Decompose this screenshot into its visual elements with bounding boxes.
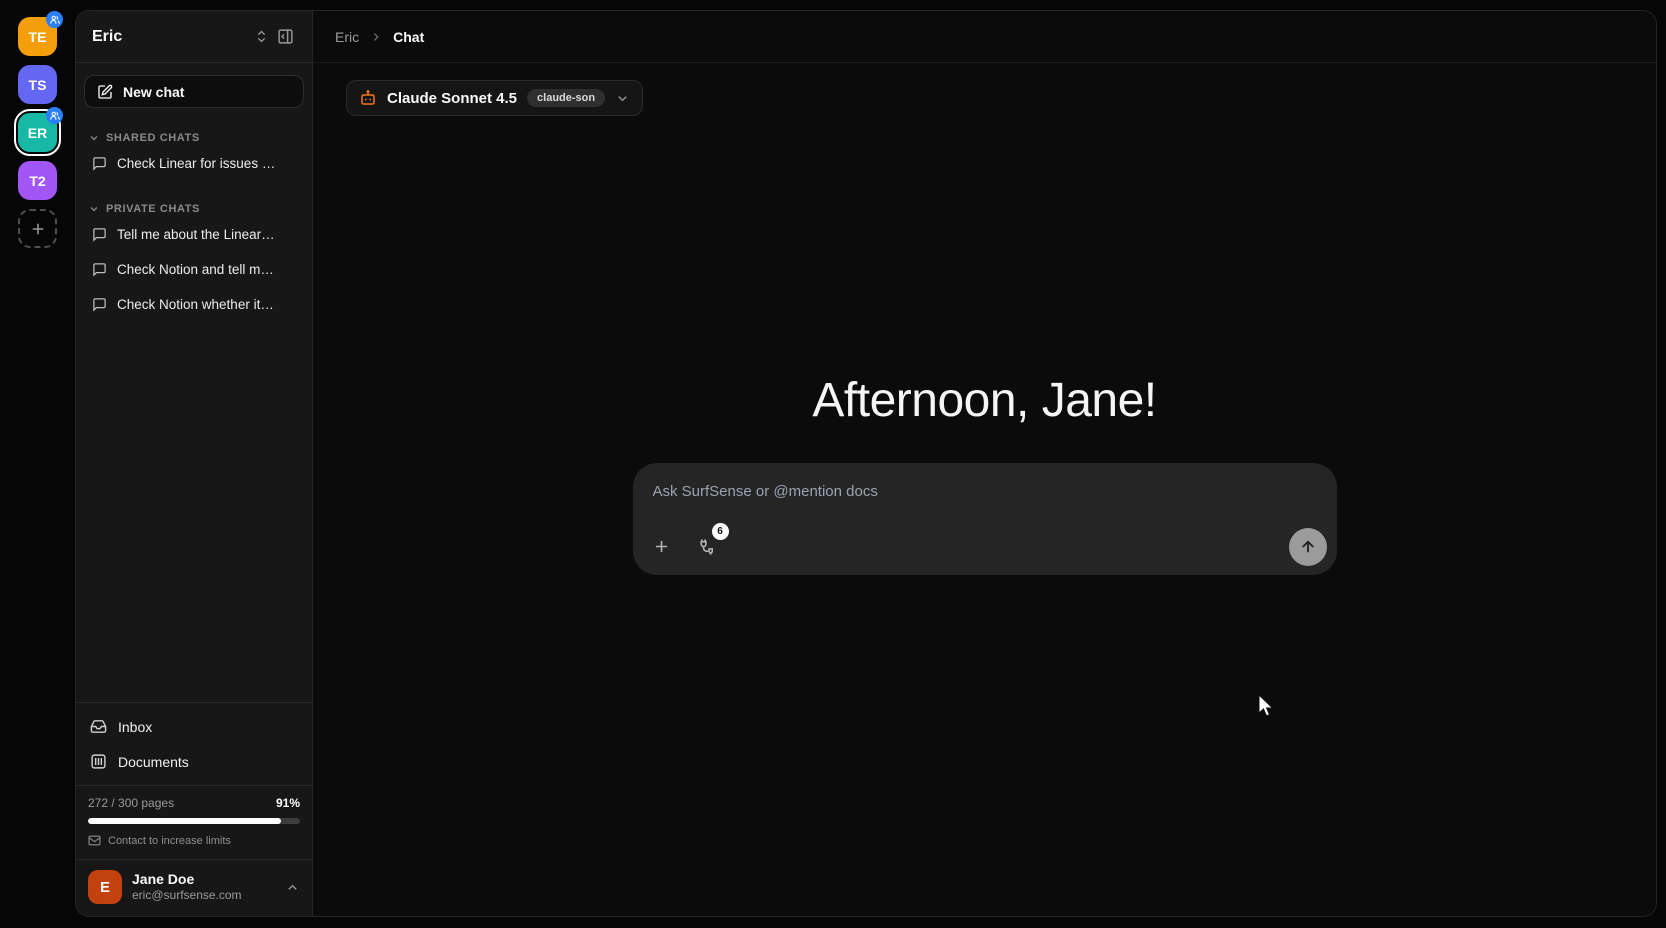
chevron-up-icon xyxy=(285,880,300,895)
sidebar-item-label: Inbox xyxy=(118,719,152,735)
usage-meter: 272 / 300 pages 91% Contact to increase … xyxy=(76,786,312,859)
message-square-icon xyxy=(92,156,107,171)
bot-icon xyxy=(359,89,377,107)
hero-section: Afternoon, Jane! 6 xyxy=(313,373,1656,575)
section-shared-chats[interactable]: SHARED CHATS xyxy=(76,132,312,144)
usage-progress-fill xyxy=(88,818,281,824)
sidebar-spacer xyxy=(76,320,312,702)
workspace-avatar-label: T2 xyxy=(29,173,45,189)
section-label: SHARED CHATS xyxy=(106,132,200,144)
collapse-sidebar-icon[interactable] xyxy=(273,24,298,49)
chat-item-title: Check Notion and tell m… xyxy=(117,262,274,277)
chevron-down-icon xyxy=(615,91,630,106)
attach-button[interactable] xyxy=(647,531,677,561)
connector-count-badge: 6 xyxy=(712,523,729,540)
plus-icon xyxy=(652,537,671,556)
workspace-avatar-er-selected[interactable]: ER xyxy=(18,113,57,152)
chevron-down-icon xyxy=(88,132,100,144)
sidebar-item-inbox[interactable]: Inbox xyxy=(76,709,312,744)
add-workspace-button[interactable] xyxy=(18,209,57,248)
avatar-initial: E xyxy=(100,879,110,896)
chat-item-title: Check Linear for issues … xyxy=(117,156,275,171)
chat-item-title: Tell me about the Linear… xyxy=(117,227,275,242)
new-chat-button[interactable]: New chat xyxy=(84,75,304,108)
chevron-right-icon xyxy=(369,30,383,44)
mail-icon xyxy=(88,834,101,847)
connectors-button[interactable]: 6 xyxy=(693,531,723,561)
shared-users-badge-icon xyxy=(46,11,63,28)
model-badge: claude-son xyxy=(527,89,605,107)
model-name: Claude Sonnet 4.5 xyxy=(387,90,517,107)
contact-limits-label: Contact to increase limits xyxy=(108,835,231,847)
chat-item-private-1[interactable]: Check Notion and tell m… xyxy=(80,254,308,285)
message-square-icon xyxy=(92,227,107,242)
message-square-icon xyxy=(92,262,107,277)
greeting-text: Afternoon, Jane! xyxy=(812,373,1156,428)
workspace-rail: TE TS ER T2 xyxy=(0,0,75,928)
breadcrumb: Eric Chat xyxy=(313,11,1656,63)
workspace-avatar-te[interactable]: TE xyxy=(18,17,57,56)
mouse-cursor xyxy=(1257,694,1277,720)
message-square-icon xyxy=(92,297,107,312)
new-chat-label: New chat xyxy=(123,84,184,100)
model-selector[interactable]: Claude Sonnet 4.5 claude-son xyxy=(346,80,643,116)
main-area: Eric Chat Claude Sonnet 4.5 claude-son A… xyxy=(313,11,1656,916)
contact-limits-link[interactable]: Contact to increase limits xyxy=(88,834,300,847)
usage-pages-label: 272 / 300 pages xyxy=(88,796,174,810)
avatar: E xyxy=(88,870,122,904)
section-label: PRIVATE CHATS xyxy=(106,203,200,215)
workspace-avatar-label: TS xyxy=(29,77,47,93)
chat-input[interactable] xyxy=(653,483,1213,500)
workspace-avatar-ts[interactable]: TS xyxy=(18,65,57,104)
shared-users-badge-icon xyxy=(46,107,63,124)
new-chat-pencil-icon xyxy=(97,84,113,100)
chevron-down-icon xyxy=(88,203,100,215)
plug-connector-icon xyxy=(698,537,717,556)
workspace-title: Eric xyxy=(92,28,250,46)
workspace-avatar-t2[interactable]: T2 xyxy=(18,161,57,200)
chat-item-private-2[interactable]: Check Notion whether it… xyxy=(80,289,308,320)
send-button[interactable] xyxy=(1289,528,1327,566)
user-email: eric@surfsense.com xyxy=(132,888,275,903)
sidebar-item-label: Documents xyxy=(118,754,189,770)
sidebar-header: Eric xyxy=(76,11,312,63)
workspace-avatar-label: ER xyxy=(28,125,47,141)
library-icon xyxy=(90,753,107,770)
usage-progress-track xyxy=(88,818,300,824)
inbox-icon xyxy=(90,718,107,735)
chat-item-private-0[interactable]: Tell me about the Linear… xyxy=(80,219,308,250)
user-name: Jane Doe xyxy=(132,871,275,889)
usage-percent-label: 91% xyxy=(276,796,300,810)
section-private-chats[interactable]: PRIVATE CHATS xyxy=(76,203,312,215)
prompt-box[interactable]: 6 xyxy=(633,463,1337,575)
sidebar: Eric New chat SHARED CHATS Check Linear … xyxy=(76,11,313,916)
sidebar-item-documents[interactable]: Documents xyxy=(76,744,312,779)
app-panel: Eric New chat SHARED CHATS Check Linear … xyxy=(75,10,1657,917)
workspace-avatar-label: TE xyxy=(29,29,47,45)
chat-item-shared-0[interactable]: Check Linear for issues … xyxy=(80,148,308,179)
arrow-up-icon xyxy=(1299,538,1317,556)
user-menu[interactable]: E Jane Doe eric@surfsense.com xyxy=(76,860,312,916)
breadcrumb-root[interactable]: Eric xyxy=(335,29,359,45)
workspace-switcher-icon[interactable] xyxy=(250,25,273,48)
chat-item-title: Check Notion whether it… xyxy=(117,297,274,312)
breadcrumb-current: Chat xyxy=(393,29,424,45)
